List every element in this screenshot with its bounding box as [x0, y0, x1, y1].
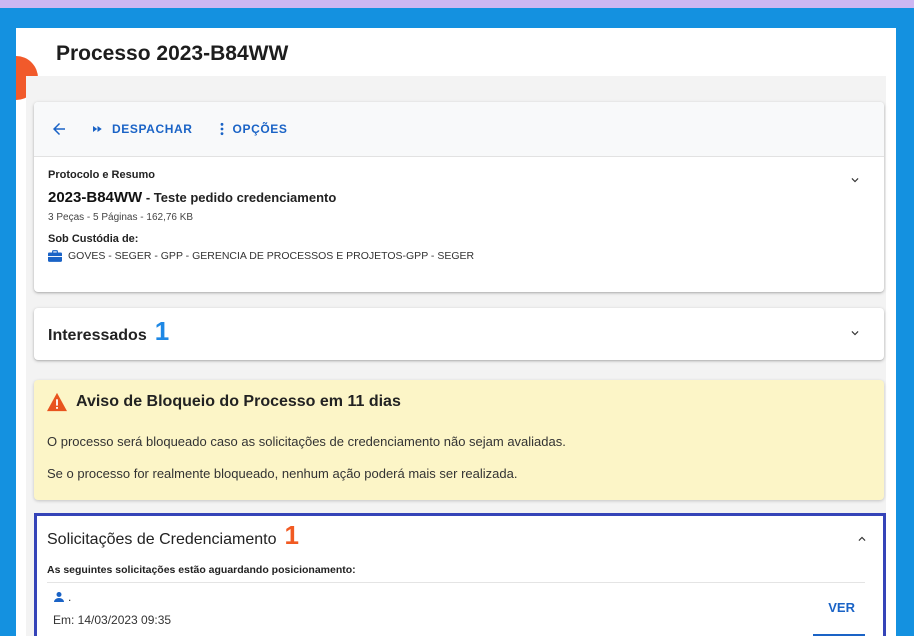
main-content: DESPACHAR OPÇÕES Protocolo e Resumo 2023…	[26, 76, 886, 636]
protocol-meta: 3 Peças - 5 Páginas - 162,76 KB	[48, 212, 194, 223]
fast-forward-icon	[93, 126, 102, 132]
credenciamento-panel: Solicitações de Credenciamento 1 As segu…	[34, 513, 886, 636]
requester-name: .	[68, 590, 72, 604]
custody-value: GOVES - SEGER - GPP - GERENCIA DE PROCES…	[68, 250, 475, 262]
more-vert-icon	[220, 122, 223, 136]
opcoes-label: OPÇÕES	[232, 122, 288, 136]
custody-label: Sob Custódia de:	[48, 233, 139, 245]
requester-row: .	[53, 590, 71, 604]
chevron-up-icon[interactable]	[855, 532, 869, 546]
warning-triangle-icon	[47, 392, 67, 412]
protocol-section-label: Protocolo e Resumo	[48, 169, 155, 181]
opcoes-button[interactable]: OPÇÕES	[219, 122, 288, 136]
protocol-heading: 2023-B84WW - Teste pedido credenciamento	[48, 189, 870, 207]
page-title: Processo 2023-B84WW	[56, 42, 289, 65]
outer-frame: Processo 2023-B84WW DESPACHAR OPÇÕES Pro…	[0, 8, 914, 636]
warning-line-1: O processo será bloqueado caso as solici…	[47, 434, 566, 449]
person-icon	[54, 592, 64, 602]
chevron-down-icon[interactable]	[848, 326, 862, 340]
protocol-summary: - Teste pedido credenciamento	[142, 190, 337, 205]
credenciamento-count: 1	[284, 520, 299, 550]
toolbar: DESPACHAR OPÇÕES	[34, 102, 884, 157]
custody-row: GOVES - SEGER - GPP - GERENCIA DE PROCES…	[48, 250, 870, 262]
despachar-label: DESPACHAR	[112, 122, 193, 136]
block-warning: Aviso de Bloqueio do Processo em 11 dias…	[34, 380, 884, 500]
request-date: Em: 14/03/2023 09:35	[53, 613, 172, 627]
app-screen: Processo 2023-B84WW DESPACHAR OPÇÕES Pro…	[16, 28, 896, 636]
warning-line-2: Se o processo for realmente bloqueado, n…	[47, 466, 518, 481]
protocol-card: DESPACHAR OPÇÕES Protocolo e Resumo 2023…	[34, 102, 884, 292]
protocol-body: Protocolo e Resumo 2023-B84WW - Teste pe…	[34, 157, 884, 262]
chevron-down-icon[interactable]	[848, 173, 862, 187]
view-button[interactable]: VER	[828, 600, 855, 615]
interessados-header: Interessados 1	[48, 316, 170, 346]
despachar-button[interactable]: DESPACHAR	[90, 122, 193, 136]
interessados-count: 1	[154, 316, 170, 346]
credenciamento-title: Solicitações de Credenciamento	[47, 531, 277, 548]
arrow-left-icon	[53, 123, 65, 135]
list-item: . Em: 14/03/2023 09:35 VER	[47, 584, 865, 636]
interessados-card[interactable]: Interessados 1	[34, 308, 884, 360]
briefcase-icon	[48, 250, 62, 262]
warning-header: Aviso de Bloqueio do Processo em 11 dias	[46, 392, 401, 412]
warning-title: Aviso de Bloqueio do Processo em 11 dias	[76, 393, 401, 410]
back-button[interactable]	[50, 120, 68, 138]
interessados-title: Interessados	[48, 327, 147, 344]
protocol-number: 2023-B84WW	[48, 189, 143, 206]
credenciamento-header: Solicitações de Credenciamento 1	[47, 520, 299, 550]
list-divider	[47, 582, 865, 583]
credenciamento-subtitle: As seguintes solicitações estão aguardan…	[47, 564, 356, 576]
